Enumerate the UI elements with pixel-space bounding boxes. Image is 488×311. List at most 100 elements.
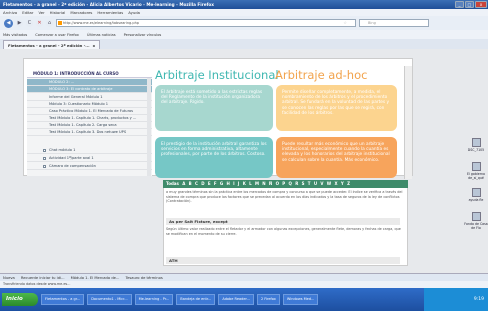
forward-button[interactable]: ▶ (16, 19, 23, 27)
status-item[interactable]: Nueva (3, 274, 15, 281)
letter-n[interactable]: N (262, 180, 265, 188)
sidebar-item[interactable]: Test Módulo 1. Capítulo 3. Dos netuwe UP… (27, 129, 152, 136)
menu-ayuda[interactable]: Ayuda (128, 10, 140, 15)
window-titlebar: Fletamentos - a granel - 2ª edición - Al… (0, 0, 488, 9)
letter-k[interactable]: K (243, 180, 246, 188)
letter-q[interactable]: Q (289, 180, 292, 188)
window-title: Fletamentos - a granel - 2ª edición - Al… (3, 2, 214, 7)
menu-marcadores[interactable]: Marcadores (70, 10, 92, 15)
letter-enye[interactable]: Ñ (269, 180, 272, 188)
glossary-term[interactable]: As per Salt Fixture, except (166, 218, 400, 225)
sidebar-item[interactable]: Test Módulo 1. Capítulo 1. Charts, produ… (27, 115, 152, 122)
letter-y[interactable]: Y (341, 180, 344, 188)
taskbar-item[interactable]: Bandeja de entr... (176, 294, 216, 305)
checkbox-icon[interactable] (43, 149, 46, 152)
taskbar-item[interactable]: 2 Firefox (256, 294, 280, 305)
menu-archivo[interactable]: Archivo (3, 10, 17, 15)
ad-hoc-cost-box: Puede resultar más económico que un arbi… (276, 137, 397, 178)
start-button[interactable]: Inicio (2, 293, 38, 306)
reload-button[interactable]: C (26, 19, 33, 27)
institucional-rules-box: El árbitraje está sometido a las estrict… (155, 85, 273, 131)
letter-j[interactable]: J (238, 180, 240, 188)
sidebar-item[interactable]: MÓDULO 2: ... (27, 79, 152, 86)
letter-e[interactable]: E (208, 180, 211, 188)
status-item[interactable]: Módulo 1. El Mercado de... (71, 274, 120, 281)
sidebar-item[interactable]: MÓDULO 3: El contrato de arbitraje (27, 86, 152, 93)
sidebar-item[interactable]: Chat módulo 1 (27, 147, 152, 154)
glossary-definition: Según último valor realizado entre el fl… (166, 227, 401, 236)
letter-b[interactable]: B (189, 180, 192, 188)
taskbar-item[interactable]: Windows Med... (282, 294, 319, 305)
home-button[interactable]: ⌂ (46, 19, 53, 27)
taskbar-item[interactable]: Me-learning - Pr... (134, 294, 174, 305)
sidebar-item[interactable]: Caso Práctico Módulo 1. El Mercado de Fu… (27, 108, 152, 115)
back-button[interactable]: ◀ (4, 18, 13, 28)
taskbar-item[interactable]: Fletamentos - a gr... (41, 294, 85, 305)
menu-herramientas[interactable]: Herramientas (97, 10, 123, 15)
sidebar-scrollbar[interactable] (147, 78, 151, 176)
letter-f[interactable]: F (214, 180, 217, 188)
url-bar[interactable]: http://www.me.es/elearning/tabsearing.ph… (56, 19, 356, 27)
status-item[interactable]: Tesauro de términos (125, 274, 162, 281)
desktop-icon[interactable]: DSC_7105 (464, 138, 488, 152)
letter-h[interactable]: H (226, 180, 229, 188)
close-button[interactable]: x (475, 1, 487, 8)
letter-p[interactable]: P (282, 180, 285, 188)
windows-taskbar: Inicio Fletamentos - a gr... Documento1 … (0, 288, 488, 311)
letter-m[interactable]: M (255, 180, 259, 188)
system-tray-clock[interactable]: 9:19 (424, 288, 488, 311)
letter-x[interactable]: X (335, 180, 338, 188)
menu-ver[interactable]: Ver (38, 10, 44, 15)
desktop-icon[interactable]: El gobierno de_sí_qué (464, 162, 488, 180)
letter-z[interactable]: Z (347, 180, 350, 188)
bookmark-item[interactable]: Personalizar vínculos (124, 33, 162, 37)
stop-button[interactable]: ✕ (36, 19, 43, 27)
institucional-prestige-box: El prestigio de la institución arbitral … (155, 137, 273, 178)
maximize-button[interactable]: □ (465, 1, 474, 8)
letter-l[interactable]: L (249, 180, 252, 188)
letter-o[interactable]: O (276, 180, 279, 188)
heading-institucional: Arbitraje Institucional (155, 68, 279, 82)
tab-close-icon[interactable]: x (93, 43, 95, 48)
sidebar-item[interactable]: Test Módulo 1. Capítulo 2. Carga seca (27, 122, 152, 129)
letter-i[interactable]: I (233, 180, 235, 188)
menu-editar[interactable]: Editar (22, 10, 33, 15)
taskbar-item[interactable]: Documento1 - Micr... (87, 294, 132, 305)
glossary-all[interactable]: Todas (166, 180, 179, 188)
content-scrollbar[interactable] (404, 66, 412, 179)
desktop-icon[interactable]: Fondo de Casa de Flo (464, 212, 488, 230)
letter-w[interactable]: W (327, 180, 331, 188)
letter-a[interactable]: A (182, 180, 185, 188)
bookmark-item[interactable]: Más visitados (3, 33, 27, 37)
bookmark-item[interactable]: Últimas noticias (87, 33, 116, 37)
sidebar-item[interactable]: Actividad 1ª/parte aval 1 (27, 155, 152, 162)
site-favicon-icon (58, 21, 62, 25)
letter-t[interactable]: T (308, 180, 311, 188)
glossary-term[interactable]: ATH (166, 257, 400, 264)
letter-g[interactable]: G (220, 180, 223, 188)
letter-v[interactable]: V (320, 180, 323, 188)
desktop-icon-label: Fondo de Casa de Flo (464, 222, 488, 230)
checkbox-icon[interactable] (43, 165, 46, 168)
letter-s[interactable]: S (302, 180, 305, 188)
file-icon (471, 138, 481, 147)
sidebar-item[interactable]: Informe del General Módulo 1 (27, 94, 152, 101)
sidebar-item[interactable]: Cámara de compensación (27, 163, 152, 170)
tab-fletamentos[interactable]: Fletamentos - a granel - 2ª edición -...… (3, 40, 101, 49)
letter-r[interactable]: R (295, 180, 298, 188)
file-icon (471, 188, 481, 197)
sidebar-header[interactable]: MÓDULO 1: INTRODUCCIÓN AL CURSO (27, 70, 152, 78)
search-input[interactable]: Bing (359, 19, 429, 27)
letter-c[interactable]: C (195, 180, 198, 188)
minimize-button[interactable]: _ (455, 1, 464, 8)
desktop-icon[interactable]: ayuda fle (464, 188, 488, 202)
bookmark-item[interactable]: Comenzar a usar Firefox (35, 33, 79, 37)
taskbar-item[interactable]: Adobe Reader... (218, 294, 254, 305)
letter-d[interactable]: D (201, 180, 204, 188)
letter-u[interactable]: U (314, 180, 317, 188)
menu-historial[interactable]: Historial (50, 10, 66, 15)
bookmark-star-icon[interactable]: ☆ (343, 20, 347, 26)
sidebar-item[interactable]: Módulo 3: Cuestionario Módulo 1 (27, 101, 152, 108)
checkbox-icon[interactable] (43, 157, 46, 160)
status-item[interactable]: Recuerde iniciar tu idi... (21, 274, 65, 281)
